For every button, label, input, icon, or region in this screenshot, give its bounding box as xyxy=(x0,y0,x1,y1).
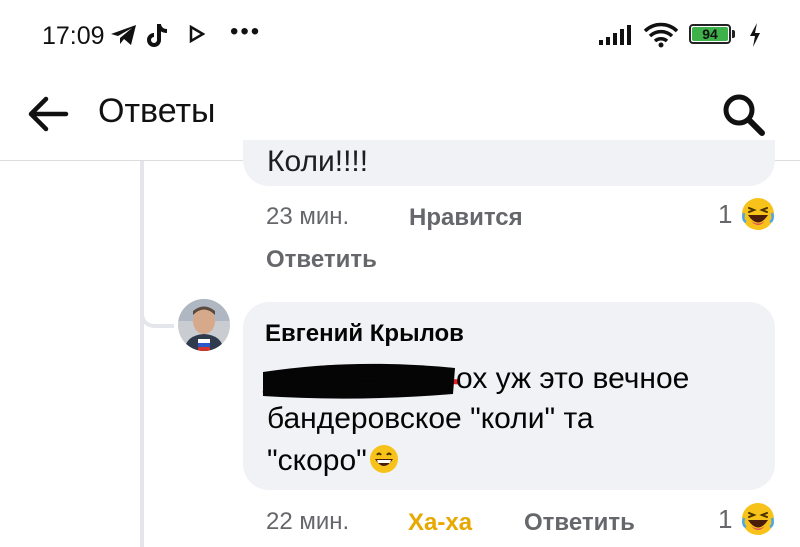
wifi-icon xyxy=(643,22,679,53)
haha-reaction-button[interactable]: Ха-ха xyxy=(408,509,472,537)
thread-branch xyxy=(140,296,174,328)
search-icon[interactable] xyxy=(718,89,768,144)
reply-button[interactable]: Ответить xyxy=(524,509,635,537)
comment-text-line-3: "скоро" xyxy=(267,444,399,482)
laughing-emoji-icon xyxy=(740,501,776,542)
previous-comment-time: 23 мин. xyxy=(266,203,350,230)
reaction-count: 1 xyxy=(718,504,733,534)
status-bar: 17:09 ••• 94 xyxy=(0,0,800,72)
reply-comment-bubble[interactable]: Евгений Крылов ох уж это вечное бандеров… xyxy=(243,302,775,490)
reaction-count: 1 xyxy=(718,199,733,229)
charging-icon xyxy=(748,22,762,53)
grinning-emoji-icon xyxy=(369,444,399,482)
thread-line xyxy=(140,161,144,547)
signal-icon xyxy=(598,24,634,51)
comment-author-name[interactable]: Евгений Крылов xyxy=(265,320,464,348)
arrow-left-icon[interactable] xyxy=(24,90,72,143)
reply-comment-time: 22 мин. xyxy=(266,508,350,535)
previous-comment-reactions[interactable]: 1 xyxy=(718,196,778,236)
more-notifications-dots: ••• xyxy=(230,18,262,45)
battery-icon: 94 xyxy=(689,24,737,46)
telegram-icon xyxy=(110,24,138,51)
battery-level: 94 xyxy=(702,26,718,42)
avatar[interactable] xyxy=(178,299,230,351)
comment-text-line-2: бандеровское "коли" та xyxy=(267,402,594,435)
reply-comment-reactions[interactable]: 1 xyxy=(718,501,778,541)
page-title: Ответы xyxy=(98,92,216,130)
status-time: 17:09 xyxy=(42,22,105,50)
like-button[interactable]: Нравится xyxy=(409,204,523,232)
play-icon xyxy=(189,24,206,48)
comment-text-line-3-text: "скоро" xyxy=(267,444,367,477)
previous-comment-text: Коли!!!! xyxy=(267,145,369,178)
previous-comment-bubble[interactable]: Коли!!!! xyxy=(243,140,775,186)
comment-text-line-1: ох уж это вечное xyxy=(456,362,690,395)
redacted-mention-scribble xyxy=(255,354,465,409)
reply-button[interactable]: Ответить xyxy=(266,246,377,274)
laughing-emoji-icon xyxy=(740,196,776,237)
tiktok-icon xyxy=(147,22,171,53)
